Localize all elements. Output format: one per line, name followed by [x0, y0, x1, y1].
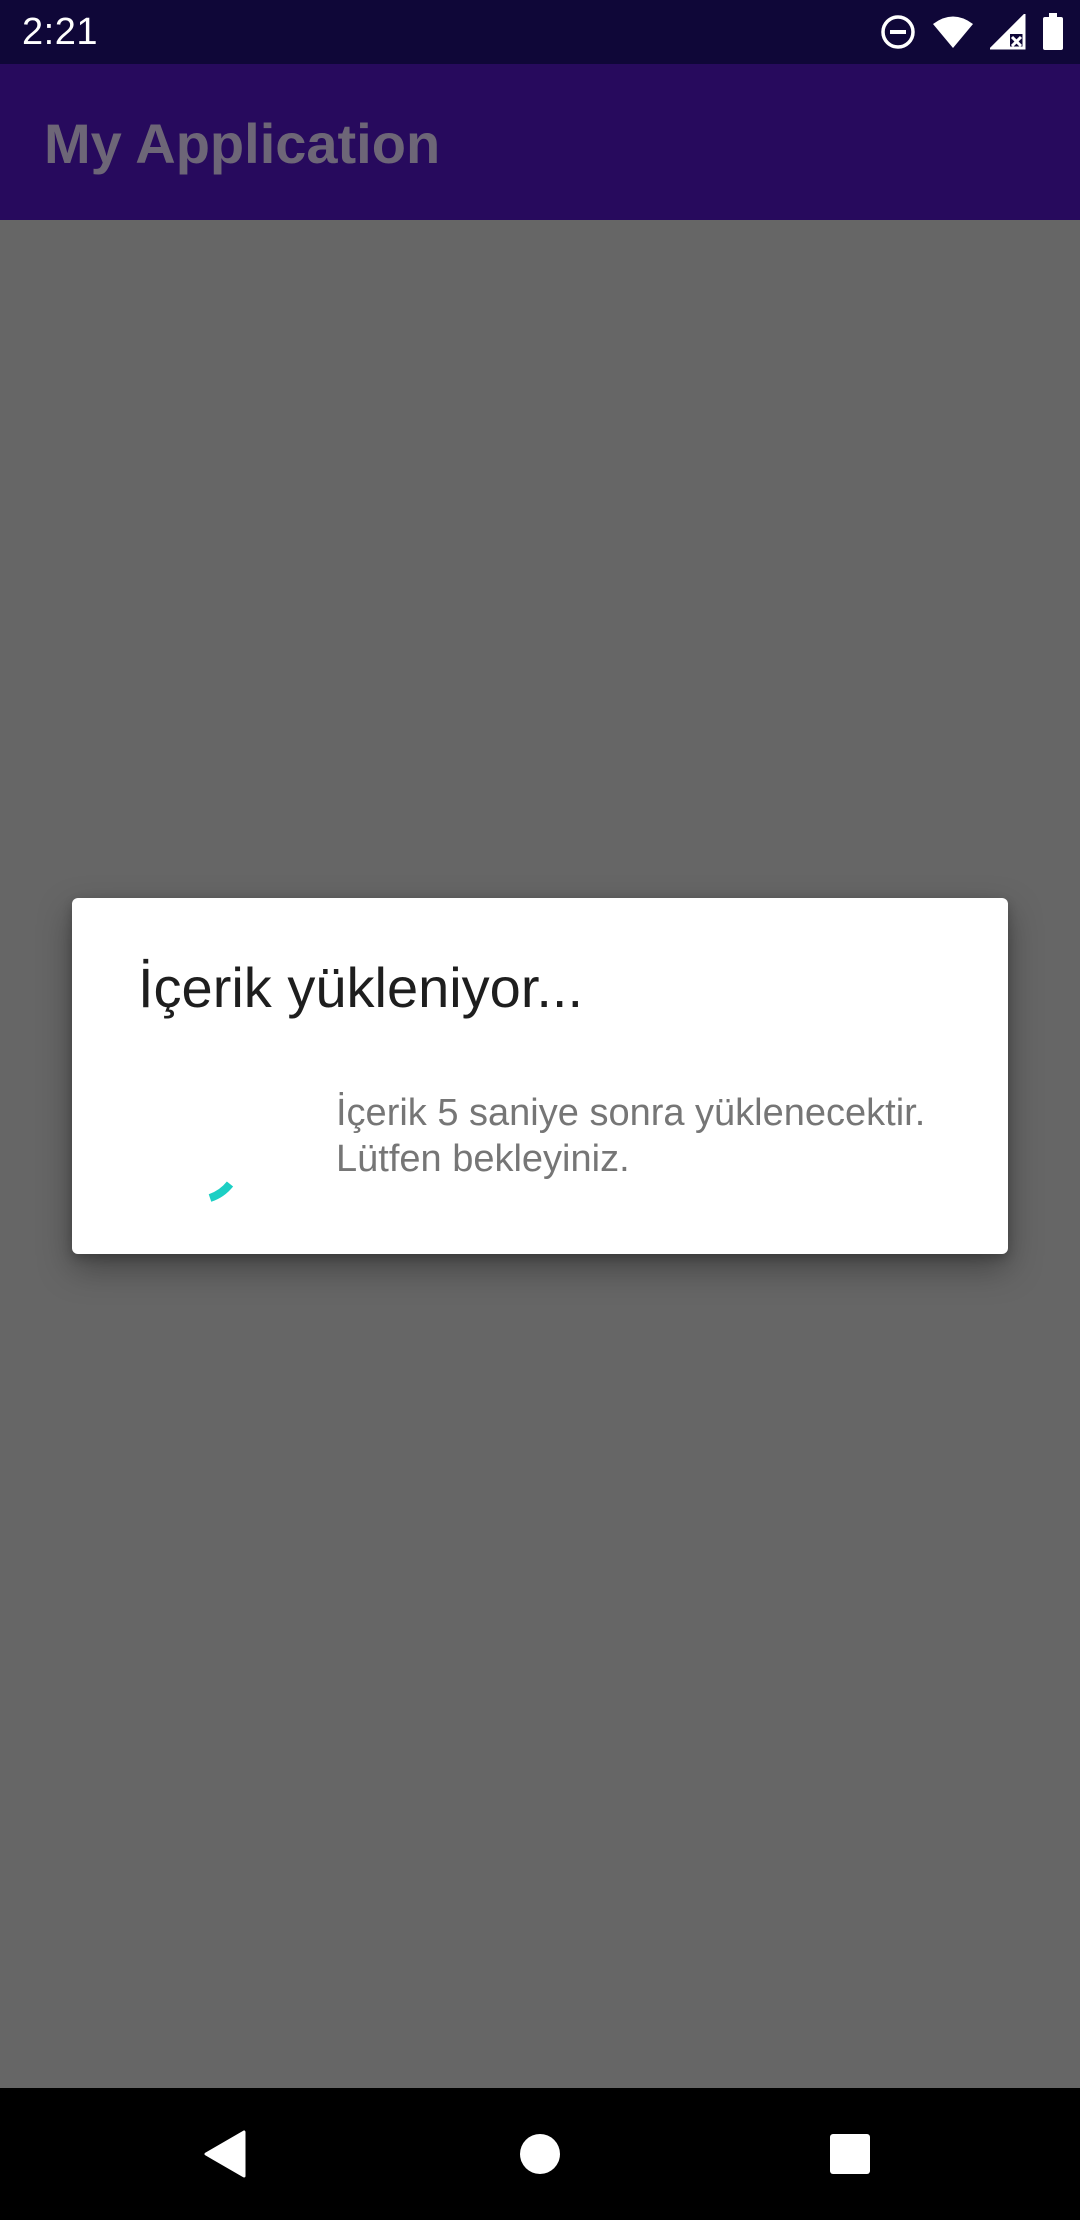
- recents-button[interactable]: [810, 2114, 890, 2194]
- back-icon: [204, 2130, 246, 2178]
- app-bar: My Application: [0, 64, 1080, 220]
- loading-spinner-icon: [208, 1181, 234, 1202]
- progress-dialog: İçerik yükleniyor... İçerik 5 saniye son…: [72, 898, 1008, 1254]
- status-bar: 2:21: [0, 0, 1080, 64]
- cellular-signal-icon: [990, 14, 1026, 50]
- home-button[interactable]: [500, 2114, 580, 2194]
- recents-icon: [830, 2134, 870, 2174]
- home-icon: [520, 2134, 560, 2174]
- wifi-icon: [933, 16, 973, 48]
- dialog-message-line-2: Lütfen bekleyiniz.: [336, 1138, 630, 1180]
- app-title: My Application: [44, 112, 441, 175]
- dialog-message: İçerik 5 saniye sonra yüklenecektir. Lüt…: [336, 1090, 976, 1182]
- dialog-title: İçerik yükleniyor...: [138, 956, 584, 1019]
- back-button[interactable]: [186, 2114, 266, 2194]
- battery-icon: [1043, 13, 1063, 50]
- dialog-message-line-1: İçerik 5 saniye sonra yüklenecektir.: [336, 1092, 926, 1134]
- do-not-disturb-icon: [881, 15, 915, 49]
- navigation-bar: [0, 2088, 1080, 2220]
- status-icons: [880, 12, 1064, 52]
- status-time: 2:21: [22, 11, 98, 53]
